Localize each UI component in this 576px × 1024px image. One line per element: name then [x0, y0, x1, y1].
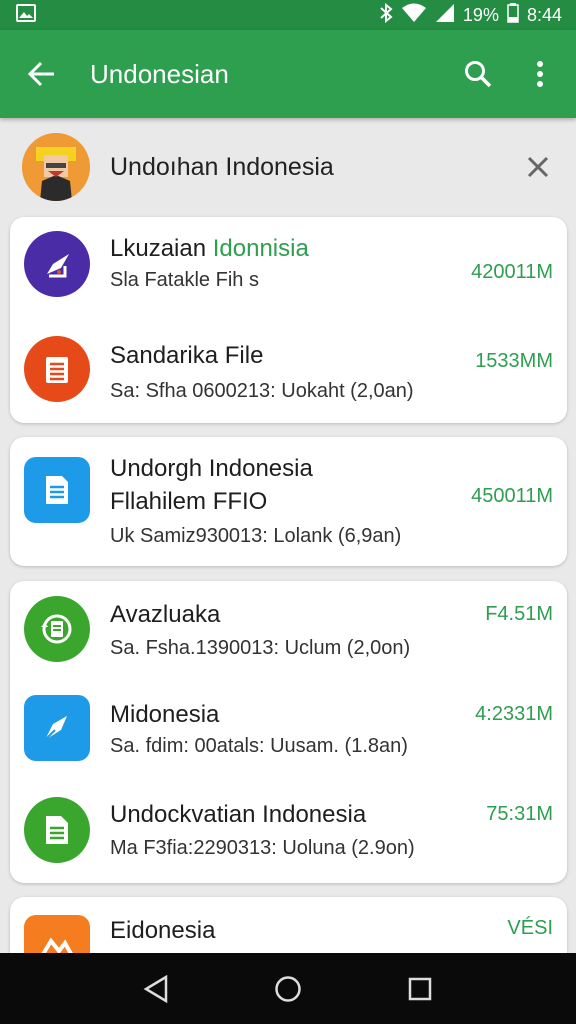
file-text-icon: [24, 457, 90, 523]
system-nav-bar: [0, 953, 576, 1024]
item-meta: Sa. Fsha.1390013: Uclum (2,0on): [110, 637, 411, 659]
item-meta: Uk Samiz930013: Lolank (6,9an): [110, 525, 402, 547]
file-card: Lkuzaian Idonnisia Sla Fatakle Fih s 420…: [10, 217, 567, 423]
item-size: 420011M: [471, 261, 553, 283]
item-meta: Sa. fdim: 00atals: Uusam. (1.8an): [110, 735, 408, 757]
item-name: Undockvatian Indonesia: [110, 801, 367, 828]
image-icon: [16, 3, 36, 27]
clock: 8:44: [526, 4, 562, 25]
item-meta: Sla Fatakle Fih s: [110, 269, 259, 291]
home-circle-icon[interactable]: [268, 969, 308, 1009]
item-size: 1533MM: [475, 350, 553, 372]
item-size: VÉSI: [507, 917, 553, 939]
close-icon[interactable]: [518, 147, 558, 187]
app-bar: Undonesian: [0, 30, 576, 118]
status-bar: 19% 8:44: [0, 0, 576, 30]
avatar[interactable]: [22, 133, 90, 201]
header-row: Undoıhan Indonesia: [0, 118, 576, 216]
item-name: Undorgh Indonesia: [110, 455, 313, 482]
list-item[interactable]: Lkuzaian Idonnisia Sla Fatakle Fih s 420…: [10, 217, 567, 320]
item-name: Midonesia: [110, 701, 220, 728]
list-item[interactable]: Undorgh Indonesia Fllahilem FFIO Uk Sami…: [10, 437, 567, 566]
item-meta: Sa: Sfha 0600213: Uokaht (2,0an): [110, 380, 414, 402]
item-name: Lkuzaian Idonnisia: [110, 235, 309, 262]
item-name: Avazluaka: [110, 601, 221, 628]
item-size: 4:2331M: [475, 703, 553, 725]
list-item[interactable]: Undockvatian Indonesia Ma F3fia:2290313:…: [10, 781, 567, 883]
item-name: Sandarika File: [110, 342, 264, 369]
signal-icon: [435, 3, 455, 28]
brush-palette-icon: [24, 231, 90, 297]
search-icon[interactable]: [458, 54, 498, 94]
recents-square-icon[interactable]: [400, 969, 440, 1009]
sync-document-icon: [24, 596, 90, 662]
file-card: Undorgh Indonesia Fllahilem FFIO Uk Sami…: [10, 437, 567, 566]
more-vert-icon[interactable]: [520, 54, 560, 94]
item-name: Eidonesia: [110, 917, 216, 944]
item-size: 450011M: [471, 485, 553, 507]
list-item[interactable]: Avazluaka Sa. Fsha.1390013: Uclum (2,0on…: [10, 581, 567, 681]
battery-percent: 19%: [462, 4, 499, 25]
file-card: Avazluaka Sa. Fsha.1390013: Uclum (2,0on…: [10, 581, 567, 883]
item-size: F4.51M: [485, 603, 553, 625]
battery-icon: [507, 2, 519, 28]
pen-nib-icon: [24, 695, 90, 761]
header-title: Undoıhan Indonesia: [110, 152, 334, 181]
back-triangle-icon[interactable]: [136, 969, 176, 1009]
list-item[interactable]: Sandarika File Sa: Sfha 0600213: Uokaht …: [10, 320, 567, 423]
list-item[interactable]: Midonesia Sa. fdim: 00atals: Uusam. (1.8…: [10, 681, 567, 781]
item-name-line2: Fllahilem FFIO: [110, 488, 268, 515]
bluetooth-icon: [379, 2, 393, 28]
item-size: 75:31M: [486, 803, 553, 825]
document-list-icon: [24, 336, 90, 402]
wifi-icon: [401, 3, 427, 28]
item-meta: Ma F3fia:2290313: Uoluna (2.9on): [110, 837, 415, 859]
document-icon: [24, 797, 90, 863]
page-title: Undonesian: [90, 58, 229, 89]
back-arrow-icon[interactable]: [24, 56, 60, 92]
